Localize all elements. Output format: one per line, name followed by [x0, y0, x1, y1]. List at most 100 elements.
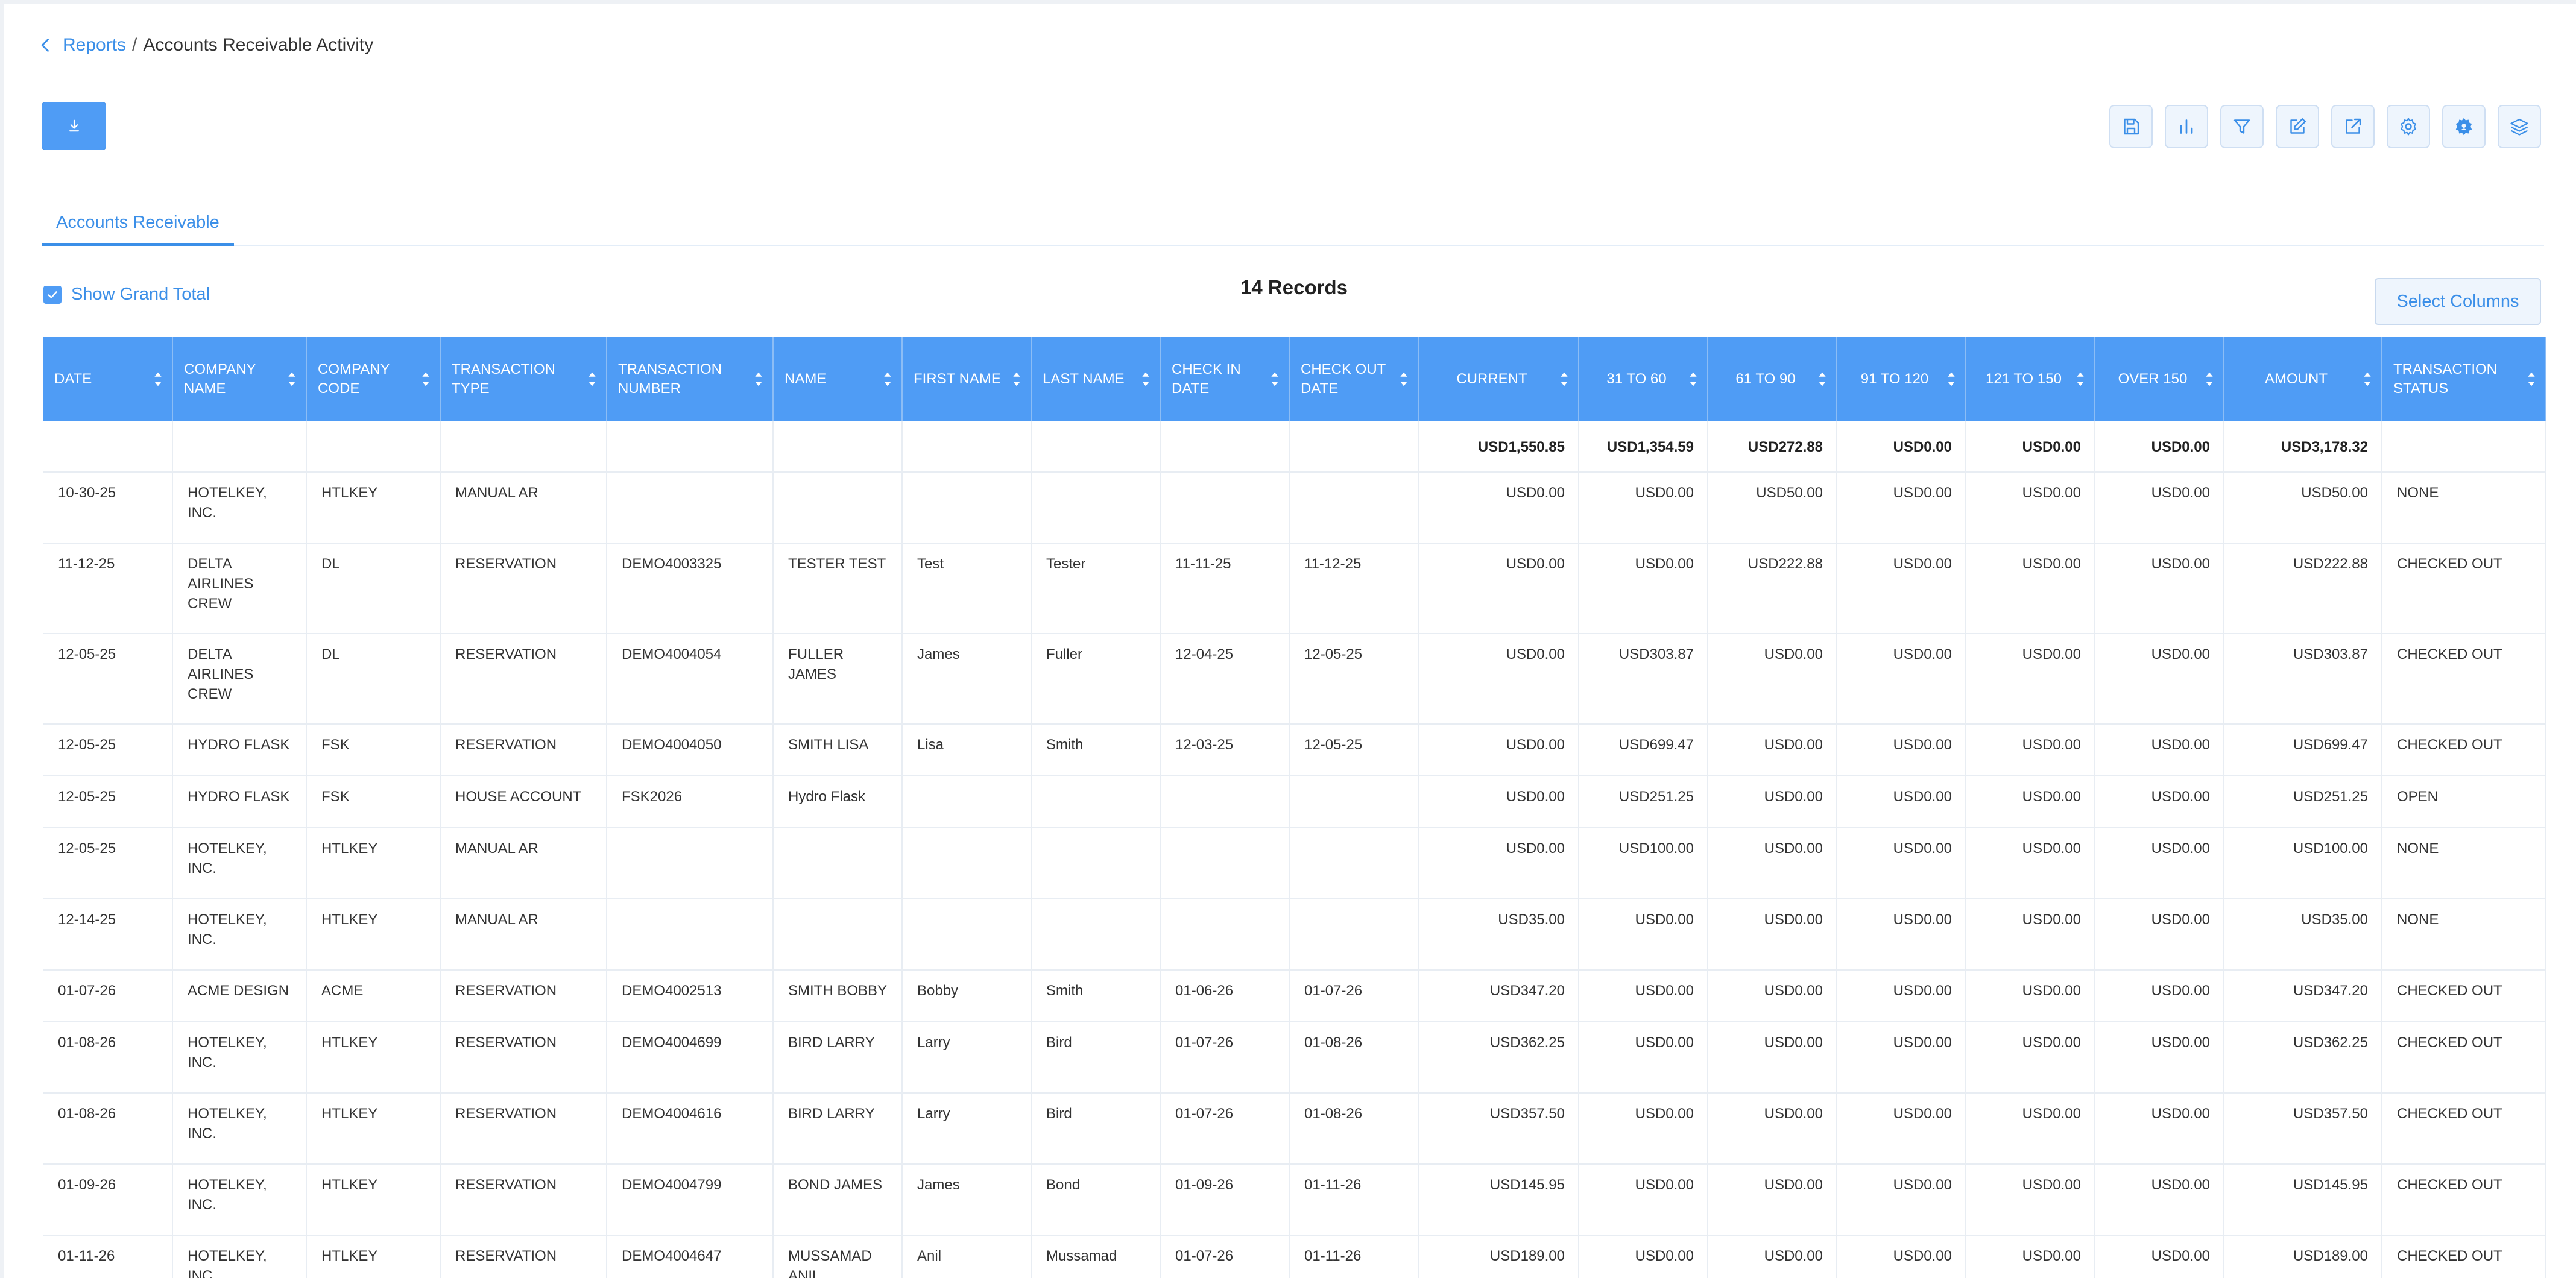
save-button[interactable] [2109, 105, 2153, 148]
column-header-d61-90[interactable]: 61 TO 90 [1708, 337, 1837, 421]
sort-icon[interactable] [587, 369, 598, 389]
cell-current: USD0.00 [1418, 472, 1579, 544]
cell-d121-150: USD0.00 [1966, 472, 2095, 544]
cell-amount: USD3,178.32 [2224, 421, 2382, 473]
cell-check-out [1289, 421, 1419, 473]
sort-icon[interactable] [753, 369, 764, 389]
cell-last-name [1031, 776, 1161, 828]
table-row[interactable]: 01-09-26 HOTELKEY, INC. HTLKEY RESERVATION D… [43, 1164, 2546, 1236]
cell-name [773, 472, 903, 544]
cell-transaction-number: DEMO4002513 [607, 970, 774, 1022]
cell-first-name: Larry [902, 1093, 1032, 1165]
sort-icon[interactable] [1946, 369, 1957, 389]
sort-icon[interactable] [1688, 369, 1699, 389]
column-header-date[interactable]: DATE [43, 337, 173, 421]
cell-d61-90: USD0.00 [1708, 970, 1837, 1022]
breadcrumb-back-link[interactable]: Reports [37, 35, 126, 55]
cell-company-code: DL [306, 543, 441, 634]
column-header-last-name[interactable]: LAST NAME [1031, 337, 1161, 421]
edit-button[interactable] [2276, 105, 2319, 148]
cell-date: 01-09-26 [43, 1164, 173, 1236]
sort-icon[interactable] [1817, 369, 1828, 389]
column-header-first-name[interactable]: FIRST NAME [902, 337, 1032, 421]
sort-icon[interactable] [2204, 369, 2215, 389]
column-header-content: AMOUNT [2235, 337, 2373, 421]
sort-icon[interactable] [153, 369, 163, 389]
cell-over150: USD0.00 [2095, 543, 2224, 634]
settings-button[interactable] [2387, 105, 2430, 148]
breadcrumb-parent[interactable]: Reports [63, 35, 126, 55]
table-row[interactable]: 01-11-26 HOTELKEY, INC. HTLKEY RESERVATION D… [43, 1235, 2546, 1278]
sort-icon[interactable] [2075, 369, 2086, 389]
column-header-status[interactable]: TRANSACTION STATUS [2382, 337, 2546, 421]
report-tabs: Accounts Receivable [42, 203, 2544, 246]
column-header-content: OVER 150 [2106, 337, 2215, 421]
cell-company-name: HOTELKEY, INC. [172, 1235, 307, 1278]
cell-first-name: Larry [902, 1022, 1032, 1094]
sort-icon[interactable] [1559, 369, 1570, 389]
show-grand-total-toggle[interactable]: Show Grand Total [43, 285, 210, 304]
cell-name: MUSSAMAD ANIL [773, 1235, 903, 1278]
cell-last-name [1031, 899, 1161, 971]
sort-icon[interactable] [2526, 369, 2537, 389]
cell-check-out [1289, 899, 1419, 971]
layers-button[interactable] [2498, 105, 2541, 148]
column-header-transaction-number[interactable]: TRANSACTION NUMBER [607, 337, 774, 421]
download-button[interactable] [42, 102, 106, 150]
cell-amount: USD303.87 [2224, 634, 2382, 725]
column-header-company-name[interactable]: COMPANY NAME [172, 337, 307, 421]
column-header-amount[interactable]: AMOUNT [2224, 337, 2382, 421]
column-header-label: CHECK IN DATE [1172, 360, 1241, 397]
sort-icon[interactable] [286, 369, 297, 389]
cell-status: CHECKED OUT [2382, 543, 2546, 634]
column-header-check-out[interactable]: CHECK OUT DATE [1289, 337, 1419, 421]
sort-icon[interactable] [1398, 369, 1409, 389]
column-header-d31-60[interactable]: 31 TO 60 [1579, 337, 1708, 421]
cell-over150: USD0.00 [2095, 1093, 2224, 1165]
table-row[interactable]: 12-05-25 DELTA AIRLINES CREW DL RESERVATION… [43, 634, 2546, 725]
cell-date: 11-12-25 [43, 543, 173, 634]
report-table-container[interactable]: DATE COMPANY NAME COMPANY CODE TRANSACTION … [43, 337, 2546, 1278]
column-header-d91-120[interactable]: 91 TO 120 [1837, 337, 1966, 421]
table-row[interactable]: 12-05-25 HOTELKEY, INC. HTLKEY MANUAL AR USD… [43, 828, 2546, 899]
filter-button[interactable] [2220, 105, 2264, 148]
sort-icon[interactable] [1140, 369, 1151, 389]
column-header-d121-150[interactable]: 121 TO 150 [1966, 337, 2095, 421]
column-header-current[interactable]: CURRENT [1418, 337, 1579, 421]
cell-d121-150: USD0.00 [1966, 724, 2095, 776]
table-row[interactable]: 01-07-26 ACME DESIGN ACME RESERVATION DEMO40… [43, 970, 2546, 1022]
table-row[interactable]: 01-08-26 HOTELKEY, INC. HTLKEY RESERVATION D… [43, 1022, 2546, 1094]
column-header-name[interactable]: NAME [773, 337, 903, 421]
column-header-over150[interactable]: OVER 150 [2095, 337, 2224, 421]
table-row[interactable]: 01-08-26 HOTELKEY, INC. HTLKEY RESERVATION D… [43, 1093, 2546, 1165]
cell-check-out: 01-08-26 [1289, 1093, 1419, 1165]
cell-company-name: HOTELKEY, INC. [172, 472, 307, 544]
cell-transaction-type: RESERVATION [440, 1164, 607, 1236]
table-row[interactable]: 12-05-25 HYDRO FLASK FSK RESERVATION DEMO400… [43, 724, 2546, 776]
select-columns-button[interactable]: Select Columns [2375, 278, 2541, 325]
advanced-settings-button[interactable] [2442, 105, 2486, 148]
grand-total-checkbox[interactable] [43, 285, 62, 304]
table-row[interactable]: 10-30-25 HOTELKEY, INC. HTLKEY MANUAL AR USD… [43, 472, 2546, 544]
sort-icon[interactable] [1011, 369, 1022, 389]
cell-check-in: 12-03-25 [1160, 724, 1290, 776]
table-row[interactable]: 11-12-25 DELTA AIRLINES CREW DL RESERVATION… [43, 543, 2546, 634]
tab-accounts-receivable[interactable]: Accounts Receivable [42, 203, 234, 246]
column-header-company-code[interactable]: COMPANY CODE [306, 337, 441, 421]
table-row[interactable]: 12-05-25 HYDRO FLASK FSK HOUSE ACCOUNT FSK20… [43, 776, 2546, 828]
cell-check-out: 12-05-25 [1289, 634, 1419, 725]
cell-d91-120: USD0.00 [1837, 828, 1966, 899]
column-header-transaction-type[interactable]: TRANSACTION TYPE [440, 337, 607, 421]
sort-icon[interactable] [1269, 369, 1280, 389]
cell-over150: USD0.00 [2095, 421, 2224, 473]
column-header-check-in[interactable]: CHECK IN DATE [1160, 337, 1290, 421]
column-header-content: TRANSACTION TYPE [452, 337, 598, 421]
sort-icon[interactable] [2362, 369, 2373, 389]
sort-icon[interactable] [882, 369, 893, 389]
cell-date: 12-05-25 [43, 634, 173, 725]
cell-status: CHECKED OUT [2382, 1164, 2546, 1236]
table-row[interactable]: 12-14-25 HOTELKEY, INC. HTLKEY MANUAL AR USD… [43, 899, 2546, 971]
chart-button[interactable] [2165, 105, 2208, 148]
export-button[interactable] [2331, 105, 2375, 148]
sort-icon[interactable] [420, 369, 431, 389]
